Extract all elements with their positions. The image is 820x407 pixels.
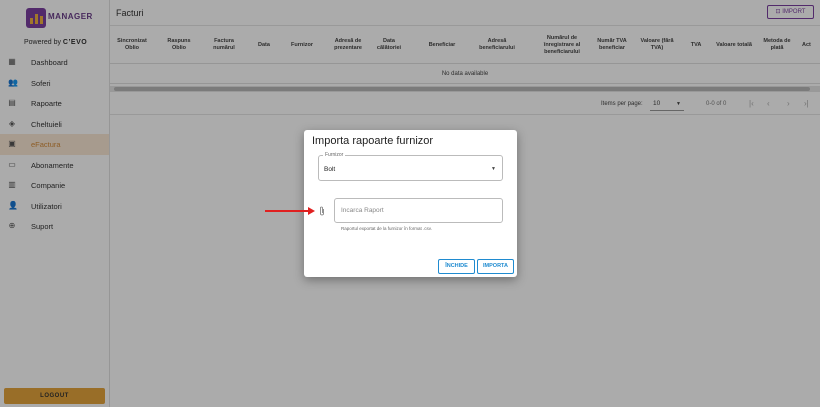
annotation-arrow-head-icon bbox=[308, 207, 315, 215]
supplier-value: Bolt bbox=[324, 166, 336, 173]
supplier-select[interactable]: Furnizor Bolt ▼ bbox=[318, 152, 503, 181]
supplier-label: Furnizor bbox=[323, 152, 346, 158]
upload-placeholder: Incarca Raport bbox=[341, 207, 384, 214]
upload-report-field[interactable]: Incarca Raport bbox=[334, 198, 503, 223]
import-submit-button[interactable]: IMPORTA bbox=[477, 259, 514, 274]
annotation-arrow-line bbox=[265, 210, 310, 212]
import-reports-dialog: Importa rapoarte furnizor Furnizor Bolt … bbox=[304, 130, 517, 277]
paperclip-icon[interactable] bbox=[318, 206, 326, 216]
dialog-title: Importa rapoarte furnizor bbox=[312, 135, 434, 147]
close-button[interactable]: ÎNCHIDE bbox=[438, 259, 475, 274]
chevron-down-icon: ▼ bbox=[491, 166, 496, 172]
upload-hint: Raportul exportat de la furnizor în form… bbox=[341, 226, 432, 231]
